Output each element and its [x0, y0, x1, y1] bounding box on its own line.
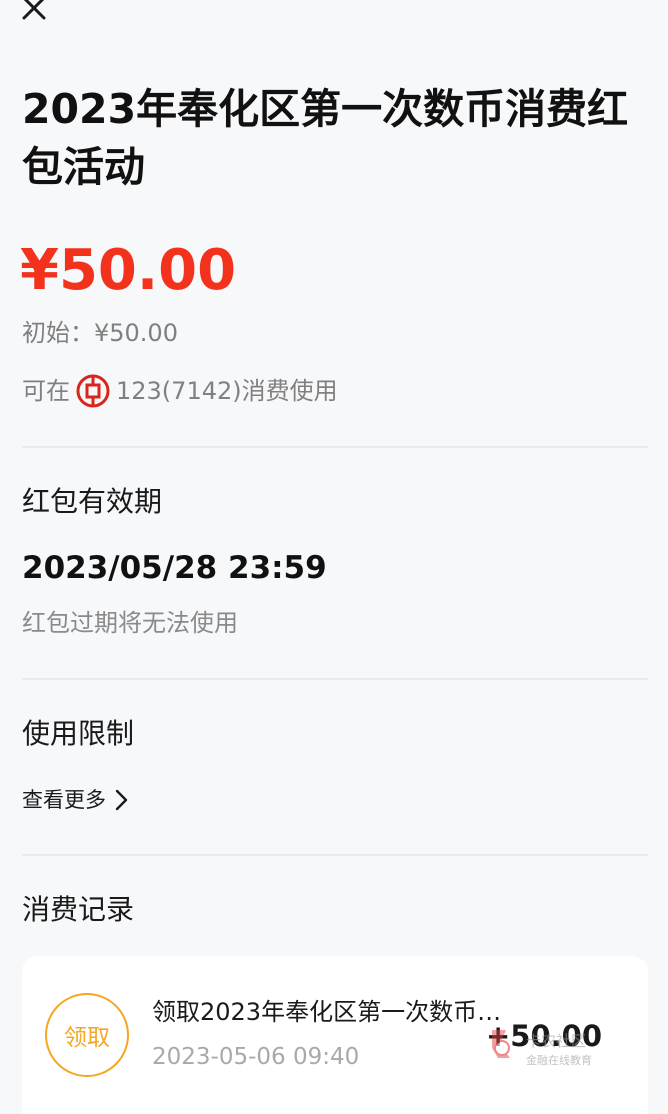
divider — [22, 446, 648, 448]
expire-note: 红包过期将无法使用 — [22, 609, 238, 637]
validity-heading: 红包有效期 — [22, 485, 163, 518]
see-more-label: 查看更多 — [22, 788, 106, 812]
usable-prefix: 可在 — [22, 377, 70, 405]
record-name: 领取2023年奉化区第一次数币消费红包活动 — [152, 998, 504, 1026]
divider — [22, 854, 648, 856]
usable-info: 可在 123(7142)消费使用 — [22, 374, 338, 408]
page-title: 2023年奉化区第一次数币消费红包活动 — [22, 85, 629, 191]
divider — [22, 678, 648, 680]
close-button[interactable] — [18, 0, 50, 24]
usable-card-text: 123(7142)消费使用 — [116, 377, 338, 405]
red-packet-amount: ¥50.00 — [20, 238, 237, 303]
chevron-right-icon — [115, 789, 128, 811]
close-icon — [22, 0, 46, 20]
icbc-bank-icon — [76, 374, 110, 408]
initial-amount: 初始：¥50.00 — [22, 319, 178, 347]
record-list-item[interactable]: 领取 领取2023年奉化区第一次数币消费红包活动 2023-05-06 09:4… — [22, 956, 648, 1114]
record-type-badge: 领取 — [45, 993, 129, 1077]
validity-date: 2023/05/28 23:59 — [22, 550, 327, 586]
record-time: 2023-05-06 09:40 — [152, 1044, 360, 1070]
record-amount: +50.00 — [485, 1019, 602, 1053]
see-more-link[interactable]: 查看更多 — [22, 784, 128, 816]
restrictions-heading: 使用限制 — [22, 717, 135, 750]
records-heading: 消费记录 — [22, 893, 135, 926]
